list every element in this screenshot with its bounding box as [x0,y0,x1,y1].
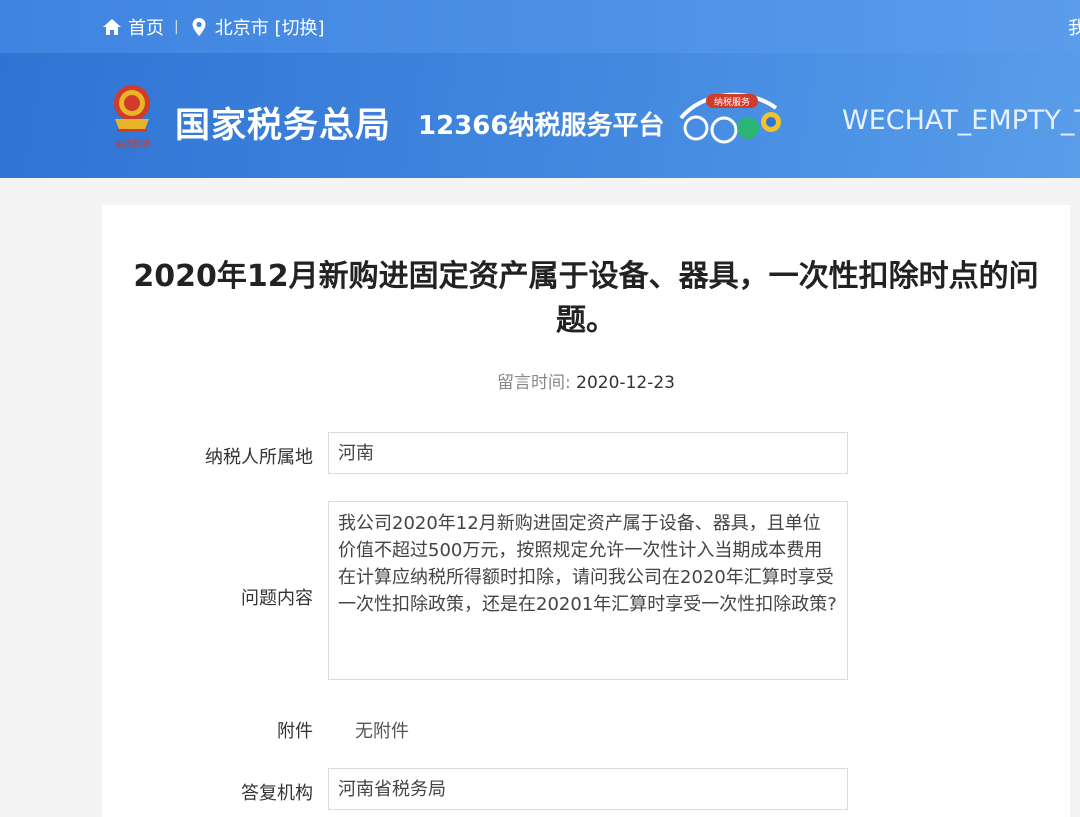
question-content-field: 我公司2020年12月新购进固定资产属于设备、器具，且单位价值不超过500万元，… [328,501,848,680]
emblem-caption: 中国税务 [114,139,151,150]
question-label: 问题内容 [241,588,313,609]
page-title: 2020年12月新购进固定资产属于设备、器具，一次性扣除时点的问题。 [133,259,1039,338]
site-banner: 中国税务 国家税务总局 12366纳税服务平台 纳税服务 WECHAT_EMPT… [0,53,1080,178]
message-detail-card: 2020年12月新购进固定资产属于设备、器具，一次性扣除时点的问题。 留言时间:… [102,205,1070,817]
city-switch-link[interactable]: 北京市 [切换] [189,14,325,40]
attachment-value: 无附件 [355,721,409,742]
message-time-label: 留言时间: [497,373,571,393]
wechat-placeholder-text: WECHAT_EMPTY_T [842,105,1080,136]
agency-name: 国家税务总局 [175,106,392,146]
platform-name: 12366纳税服务平台 [418,111,665,141]
national-emblem-logo: 中国税务 [114,85,151,150]
location-field: 河南 [328,432,848,474]
reply-agency-field: 河南省税务局 [328,768,848,810]
home-icon [103,18,121,35]
top-navigation-bar: 首页 | 北京市 [切换] 我 [0,0,1080,53]
message-time-value: 2020-12-23 [576,373,675,393]
home-link-label: 首页 [128,17,164,39]
location-pin-icon [192,17,206,36]
topbar-right-link[interactable]: 我 [1068,14,1080,40]
reply-agency-label: 答复机构 [241,783,313,804]
city-switch-label: 北京市 [切换] [214,17,325,39]
12366-platform-logo: 纳税服务 [679,92,781,144]
topbar-separator: | [174,18,179,35]
location-label: 纳税人所属地 [205,447,313,468]
attachment-label: 附件 [277,721,313,742]
home-link[interactable]: 首页 [102,14,164,40]
logo-badge-text: 纳税服务 [714,96,750,108]
message-time: 留言时间: 2020-12-23 [102,368,1070,393]
top-navigation-links: 首页 | 北京市 [切换] [102,0,325,53]
